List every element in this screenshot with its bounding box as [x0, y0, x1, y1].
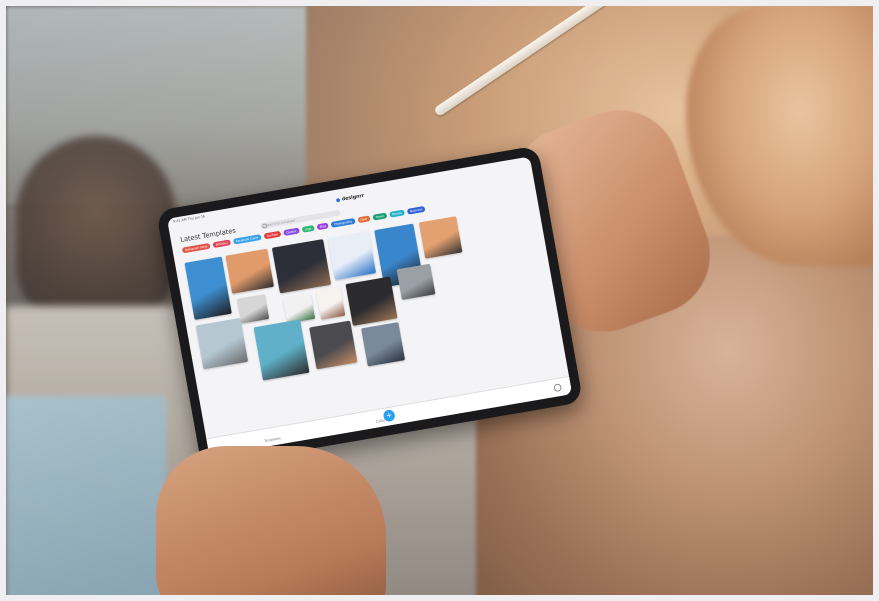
tag-chip[interactable]: Logo — [301, 225, 315, 233]
tag-chip[interactable]: Quotes — [283, 227, 300, 236]
tag-chip[interactable]: Fitness — [388, 209, 406, 218]
search-icon — [261, 223, 268, 229]
template-card-palm-blue[interactable] — [184, 256, 232, 320]
person-hair — [686, 6, 873, 266]
template-card-polaroid[interactable] — [316, 287, 346, 320]
template-card-recipe-card[interactable] — [327, 231, 377, 281]
stylus-pen — [433, 6, 613, 118]
template-card-portrait-orange[interactable] — [225, 248, 275, 294]
search-placeholder: Search for templates — [265, 218, 296, 228]
tag-chip[interactable]: Facebook Cover — [232, 234, 262, 245]
template-card-portrait-small[interactable] — [236, 294, 270, 324]
template-card-pool[interactable] — [253, 319, 310, 381]
tag-chip[interactable]: Photography — [330, 218, 356, 228]
background-plant — [16, 136, 176, 326]
template-card-pier[interactable] — [396, 263, 436, 300]
tag-chip[interactable]: Instagram Story — [181, 242, 211, 254]
template-card-beach[interactable] — [195, 317, 249, 370]
template-card-collage[interactable] — [271, 239, 332, 294]
logo-dot-icon — [335, 197, 341, 202]
app-logo-text: designrr — [341, 192, 365, 203]
background-cushion — [6, 396, 166, 595]
tag-chip[interactable]: Business — [406, 205, 426, 215]
nav-templates[interactable]: Templates — [264, 436, 281, 443]
template-card-portrait-orange-2[interactable] — [418, 216, 463, 259]
tag-chip[interactable]: Blog — [316, 222, 330, 231]
template-card-street-photo[interactable] — [345, 276, 398, 326]
person-left-hand — [156, 446, 386, 595]
tag-chip[interactable]: YouTube — [263, 230, 282, 240]
tag-chip[interactable]: Travel — [372, 212, 388, 221]
template-card-collage-2[interactable] — [309, 320, 358, 370]
settings-icon[interactable] — [553, 383, 563, 393]
template-card-city[interactable] — [361, 322, 406, 367]
photo-frame: 9:41 AM Thu Jun 16 designrr Latest Templ… — [6, 6, 873, 595]
tag-chip[interactable]: Birthday — [212, 239, 232, 249]
tag-chip[interactable]: Food — [357, 215, 371, 224]
